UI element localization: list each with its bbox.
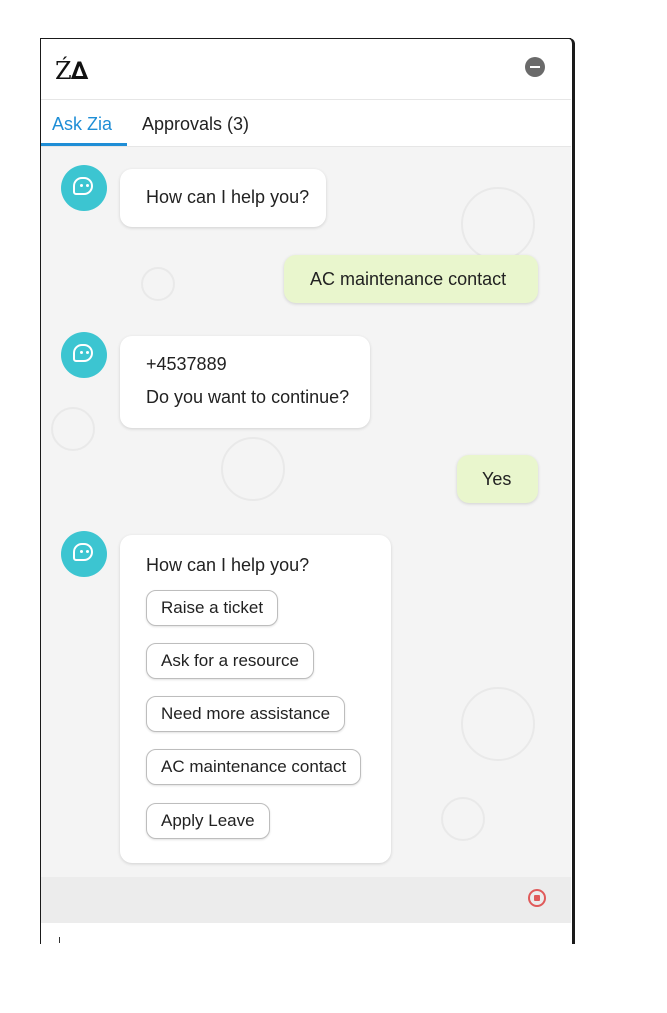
option-ac-maintenance[interactable]: AC maintenance contact [146, 749, 362, 785]
message-text: How can I help you? [146, 187, 310, 207]
bot-icon [73, 344, 93, 362]
chat-area[interactable]: How can I help you? AC maintenance conta… [41, 147, 571, 877]
bot-message: +4537889 Do you want to continue? [120, 336, 370, 428]
message-text: Do you want to continue? [146, 387, 350, 407]
user-message: AC maintenance contact [284, 255, 538, 303]
decor-circle [141, 267, 175, 301]
bot-avatar [61, 332, 107, 378]
decor-face [461, 687, 535, 761]
window-edge [565, 38, 575, 944]
option-need-assistance[interactable]: Need more assistance [146, 696, 346, 732]
header: Ź𝚫 [41, 39, 571, 100]
user-message: Yes [457, 455, 538, 503]
bot-icon [73, 543, 93, 561]
option-apply-leave[interactable]: Apply Leave [146, 803, 270, 839]
tab-ask-zia[interactable]: Ask Zia [52, 114, 112, 135]
decor-circle [441, 797, 485, 841]
text-cursor [59, 937, 60, 943]
decor-circle [51, 407, 95, 451]
bot-avatar [61, 531, 107, 577]
bot-message: How can I help you? [120, 169, 326, 227]
chat-window: Ź𝚫 Ask Zia Approvals (3) How can I help… [40, 38, 571, 944]
message-text: Yes [482, 469, 512, 489]
bot-avatar [61, 165, 107, 211]
active-tab-indicator [41, 143, 127, 146]
tab-approvals[interactable]: Approvals (3) [142, 114, 249, 135]
stop-record-icon[interactable] [528, 889, 546, 907]
tab-bar: Ask Zia Approvals (3) [41, 100, 571, 147]
input-toolbar [41, 877, 571, 923]
bot-icon [73, 177, 93, 195]
minimize-icon[interactable] [525, 57, 545, 77]
option-ask-resource[interactable]: Ask for a resource [146, 643, 314, 679]
message-input[interactable] [41, 923, 571, 944]
decor-face [461, 187, 535, 261]
bot-message-options: How can I help you? Raise a ticket Ask f… [120, 535, 391, 863]
phone-number: +4537889 [146, 354, 227, 374]
option-raise-ticket[interactable]: Raise a ticket [146, 590, 279, 626]
message-text: AC maintenance contact [310, 269, 507, 289]
zia-logo: Ź𝚫 [55, 57, 89, 85]
decor-face [221, 437, 285, 501]
message-text: How can I help you? [146, 555, 310, 575]
